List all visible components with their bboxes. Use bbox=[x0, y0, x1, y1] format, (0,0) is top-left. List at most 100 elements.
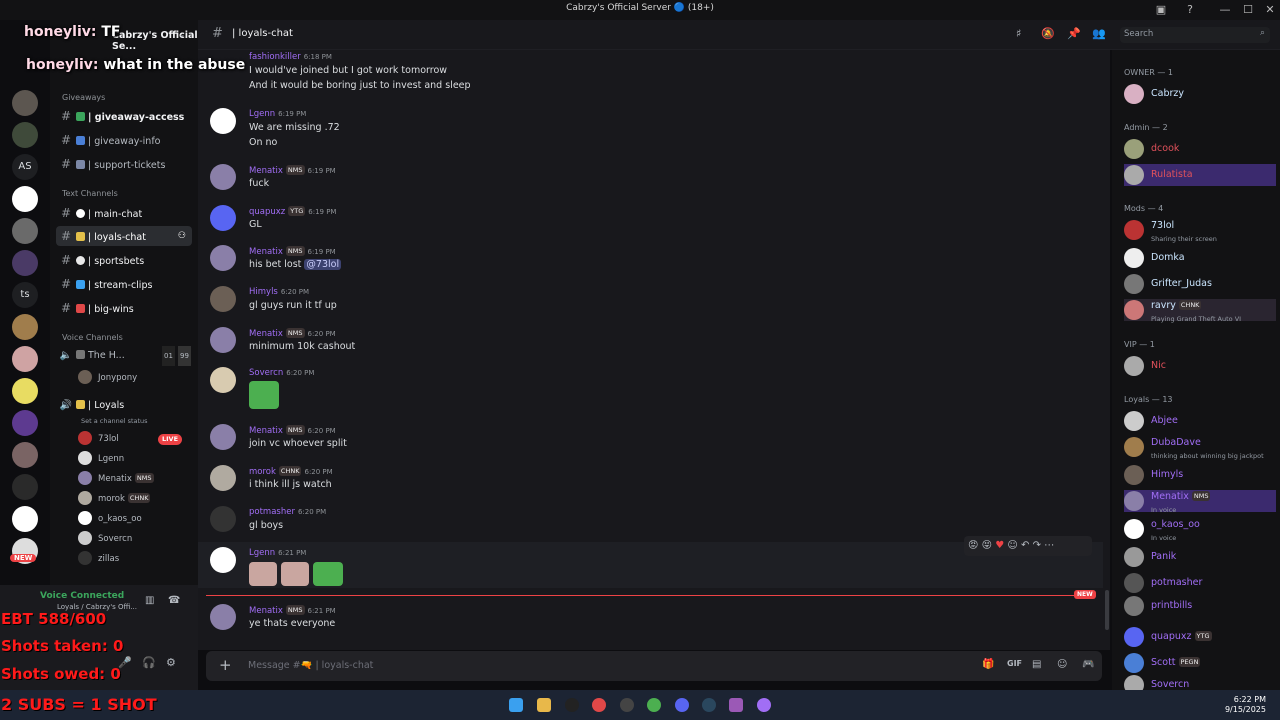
server-icon[interactable] bbox=[12, 90, 38, 116]
channel-main-chat[interactable]: # | main-chat bbox=[56, 203, 192, 223]
discord-icon[interactable] bbox=[675, 698, 689, 712]
member-item[interactable]: printbills bbox=[1124, 595, 1276, 617]
gift-icon[interactable]: 🎁 bbox=[982, 659, 994, 670]
signal-icon[interactable]: ▥ bbox=[145, 595, 154, 606]
voice-user[interactable]: morok CHNK bbox=[78, 490, 151, 508]
server-icon[interactable] bbox=[12, 314, 38, 340]
server-icon[interactable] bbox=[12, 410, 38, 436]
avatar[interactable] bbox=[210, 205, 236, 231]
add-member-icon[interactable]: ⚇ bbox=[178, 226, 186, 246]
sticker-icon[interactable]: ▤ bbox=[1032, 659, 1041, 670]
message-author[interactable]: Menatix NMS 6:20 PM bbox=[249, 425, 336, 436]
member-item[interactable]: potmasher bbox=[1124, 572, 1276, 594]
member-item[interactable]: Menatix NMS In voice bbox=[1124, 490, 1276, 514]
server-icon[interactable] bbox=[12, 346, 38, 372]
channel-big-wins[interactable]: # | big-wins bbox=[56, 298, 192, 318]
channel-loyals-chat[interactable]: # | loyals-chat ⚇ bbox=[56, 226, 192, 246]
minimize-button[interactable]: — bbox=[1217, 2, 1233, 18]
member-item[interactable]: ravry CHNK Playing Grand Theft Auto VI bbox=[1124, 299, 1276, 323]
voice-channel-the-h[interactable]: 🔈 The H... 01 99 bbox=[56, 346, 192, 366]
message-author[interactable]: morok CHNK 6:20 PM bbox=[249, 466, 333, 477]
chevron-down-icon[interactable]: ⌄ bbox=[178, 30, 186, 40]
maximize-button[interactable]: ☐ bbox=[1240, 2, 1256, 18]
voice-user[interactable]: Lgenn bbox=[78, 450, 124, 468]
chrome-icon[interactable] bbox=[647, 698, 661, 712]
scrollbar-thumb[interactable] bbox=[1105, 590, 1109, 630]
member-list-icon[interactable]: 👥 bbox=[1092, 27, 1106, 40]
channel-support-tickets[interactable]: # | support-tickets bbox=[56, 154, 192, 174]
forward-icon[interactable]: ↷ bbox=[1033, 540, 1041, 551]
member-item[interactable]: Abjee bbox=[1124, 410, 1276, 432]
user-mention[interactable]: @73lol bbox=[304, 259, 342, 270]
media-player-icon[interactable] bbox=[592, 698, 606, 712]
server-icon[interactable] bbox=[12, 474, 38, 500]
server-icon[interactable] bbox=[12, 250, 38, 276]
disconnect-icon[interactable]: ☎ bbox=[168, 595, 180, 606]
message-author[interactable]: quapuxz YTG 6:19 PM bbox=[249, 206, 336, 217]
voice-user[interactable]: Menatix NMS bbox=[78, 470, 154, 488]
system-clock[interactable]: 6:22 PM 9/15/2025 bbox=[1225, 695, 1266, 715]
channel-stream-clips[interactable]: # | stream-clips bbox=[56, 274, 192, 294]
app-icon[interactable] bbox=[565, 698, 579, 712]
member-item[interactable]: Domka bbox=[1124, 247, 1276, 269]
member-item[interactable]: Cabrzy bbox=[1124, 83, 1276, 105]
server-icon-as[interactable]: AS bbox=[12, 154, 38, 180]
avatar[interactable] bbox=[210, 604, 236, 630]
avatar[interactable] bbox=[210, 465, 236, 491]
avatar[interactable] bbox=[210, 327, 236, 353]
emoji-picker-icon[interactable]: ☺ bbox=[1057, 659, 1067, 670]
notification-bell-icon[interactable]: 🔕 bbox=[1041, 27, 1055, 40]
avatar[interactable] bbox=[210, 424, 236, 450]
app-icon[interactable] bbox=[729, 698, 743, 712]
member-item[interactable]: Rulatista bbox=[1124, 164, 1276, 186]
obs-icon[interactable] bbox=[620, 698, 634, 712]
start-menu-icon[interactable] bbox=[509, 698, 523, 712]
app-icon[interactable] bbox=[757, 698, 771, 712]
channel-sportsbets[interactable]: # | sportsbets bbox=[56, 250, 192, 270]
voice-user[interactable]: zillas bbox=[78, 550, 119, 568]
reaction-emoji-icon[interactable]: 😡 bbox=[968, 540, 978, 551]
activities-icon[interactable]: 🎮 bbox=[1082, 659, 1094, 670]
server-icon[interactable] bbox=[12, 122, 38, 148]
message-author[interactable]: Lgenn 6:19 PM bbox=[249, 109, 306, 119]
server-icon[interactable] bbox=[12, 442, 38, 468]
heart-icon[interactable]: ♥ bbox=[995, 540, 1004, 551]
voice-channel-loyals[interactable]: 🔊 | Loyals bbox=[56, 396, 192, 416]
gif-icon[interactable]: GIF bbox=[1007, 659, 1022, 668]
avatar[interactable] bbox=[210, 108, 236, 134]
voice-user[interactable]: 73lol LIVE bbox=[78, 430, 183, 448]
message-author[interactable]: Sovercn 6:20 PM bbox=[249, 368, 314, 378]
avatar[interactable] bbox=[210, 547, 236, 573]
pin-icon[interactable]: 📌 bbox=[1067, 27, 1081, 40]
member-item[interactable]: o_kaos_oo In voice bbox=[1124, 518, 1276, 542]
emoji-image[interactable] bbox=[313, 562, 343, 586]
message-author[interactable]: Himyls 6:20 PM bbox=[249, 287, 309, 297]
emoji-image[interactable] bbox=[249, 562, 277, 586]
avatar[interactable] bbox=[210, 286, 236, 312]
server-icon[interactable] bbox=[12, 506, 38, 532]
pepe-emoji-image[interactable] bbox=[249, 381, 279, 409]
settings-gear-icon[interactable]: ⚙ bbox=[166, 656, 176, 669]
voice-user[interactable]: Jonypony bbox=[78, 369, 137, 387]
inbox-icon[interactable]: ▣ bbox=[1153, 2, 1169, 18]
close-button[interactable]: ✕ bbox=[1262, 2, 1278, 18]
add-attachment-icon[interactable]: + bbox=[219, 656, 232, 674]
message-author[interactable]: Menatix NMS 6:19 PM bbox=[249, 246, 336, 257]
steam-icon[interactable] bbox=[702, 698, 716, 712]
help-icon[interactable]: ? bbox=[1182, 2, 1198, 18]
channel-giveaway-info[interactable]: # | giveaway-info bbox=[56, 130, 192, 150]
member-item[interactable]: Panik bbox=[1124, 546, 1276, 568]
member-item[interactable]: Himyls bbox=[1124, 464, 1276, 486]
section-giveaways[interactable]: Giveaways bbox=[62, 93, 105, 102]
more-options-icon[interactable]: ⋯ bbox=[1044, 540, 1054, 551]
add-reaction-icon[interactable]: ☺ bbox=[1007, 540, 1017, 551]
message-author[interactable]: Menatix NMS 6:19 PM bbox=[249, 165, 336, 176]
member-item[interactable]: Grifter_Judas bbox=[1124, 273, 1276, 295]
message-author[interactable]: fashionkiller 6:18 PM bbox=[249, 52, 332, 62]
headphones-icon[interactable]: 🎧 bbox=[142, 656, 156, 669]
message-hovered[interactable]: Lgenn 6:21 PM 😡 😝 ♥ ☺ ↶ ↷ ⋯ bbox=[198, 536, 1103, 588]
member-item[interactable]: dcook bbox=[1124, 138, 1276, 160]
channel-status[interactable]: Set a channel status bbox=[81, 417, 148, 425]
member-item[interactable]: quapuxz YTG bbox=[1124, 626, 1276, 648]
server-icon-ts[interactable]: ts bbox=[12, 282, 38, 308]
